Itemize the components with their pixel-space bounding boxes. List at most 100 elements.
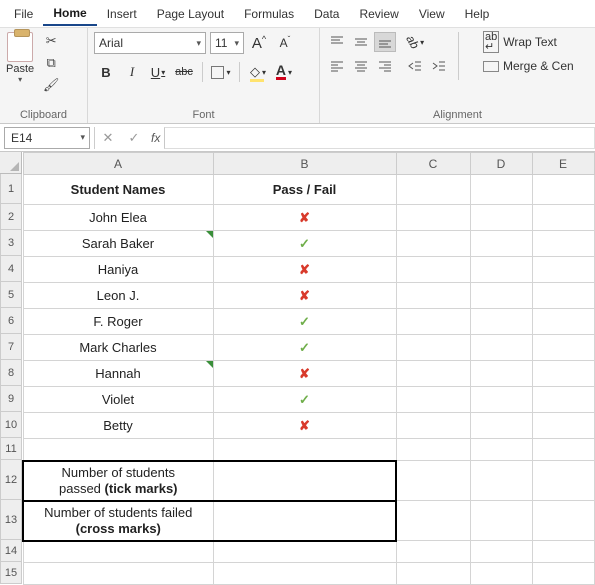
menu-formulas[interactable]: Formulas — [234, 3, 304, 25]
borders-button[interactable]: ▾ — [209, 60, 233, 84]
cell[interactable] — [470, 283, 532, 309]
row-header-3[interactable]: 3 — [0, 230, 22, 256]
cell[interactable] — [396, 461, 470, 501]
cut-button[interactable]: ✂ — [41, 32, 61, 50]
cell[interactable] — [396, 309, 470, 335]
cell[interactable] — [532, 413, 594, 439]
col-header-c[interactable]: C — [396, 153, 470, 175]
cell[interactable] — [470, 387, 532, 413]
cell[interactable] — [532, 501, 594, 541]
header-pass-fail[interactable]: Pass / Fail — [213, 175, 396, 205]
pass-fail-cell[interactable]: ✓ — [213, 231, 396, 257]
cell[interactable] — [23, 541, 213, 563]
student-name[interactable]: Sarah Baker — [23, 231, 213, 257]
enter-formula-button[interactable]: ✓ — [121, 130, 147, 146]
cell[interactable] — [396, 541, 470, 563]
cell[interactable] — [470, 563, 532, 585]
align-bottom-button[interactable] — [374, 32, 396, 52]
cell[interactable] — [470, 541, 532, 563]
name-box[interactable]: E14 ▾ — [4, 127, 90, 149]
cell[interactable] — [532, 205, 594, 231]
col-header-e[interactable]: E — [532, 153, 594, 175]
cell[interactable] — [470, 231, 532, 257]
student-name[interactable]: Betty — [23, 413, 213, 439]
menu-help[interactable]: Help — [455, 3, 500, 25]
cell[interactable] — [396, 439, 470, 461]
student-name[interactable]: F. Roger — [23, 309, 213, 335]
row-header-9[interactable]: 9 — [0, 386, 22, 412]
cell[interactable] — [470, 361, 532, 387]
summary-failed-value[interactable] — [213, 501, 396, 541]
menu-page-layout[interactable]: Page Layout — [147, 3, 234, 25]
cell[interactable] — [396, 413, 470, 439]
align-middle-button[interactable] — [350, 32, 372, 52]
row-header-6[interactable]: 6 — [0, 308, 22, 334]
summary-failed-label[interactable]: Number of students failed(cross marks) — [23, 501, 213, 541]
cell[interactable] — [532, 387, 594, 413]
row-header-11[interactable]: 11 — [0, 438, 22, 460]
cell[interactable] — [470, 175, 532, 205]
cell[interactable] — [213, 563, 396, 585]
increase-indent-button[interactable] — [428, 56, 450, 76]
merge-center-button[interactable]: Merge & Cen — [479, 56, 578, 76]
cell[interactable] — [532, 439, 594, 461]
decrease-indent-button[interactable] — [404, 56, 426, 76]
cell[interactable] — [532, 257, 594, 283]
italic-button[interactable]: I — [120, 60, 144, 84]
row-header-13[interactable]: 13 — [0, 500, 22, 540]
cell[interactable] — [213, 541, 396, 563]
menu-file[interactable]: File — [4, 3, 43, 25]
pass-fail-cell[interactable]: ✘ — [213, 257, 396, 283]
cell[interactable] — [396, 283, 470, 309]
pass-fail-cell[interactable]: ✓ — [213, 335, 396, 361]
student-name[interactable]: Hannah — [23, 361, 213, 387]
cell[interactable] — [532, 563, 594, 585]
row-header-10[interactable]: 10 — [0, 412, 22, 438]
summary-passed-label[interactable]: Number of studentspassed (tick marks) — [23, 461, 213, 501]
cell[interactable] — [532, 231, 594, 257]
fill-color-button[interactable]: ◇▾ — [246, 60, 270, 84]
student-name[interactable]: John Elea — [23, 205, 213, 231]
menu-insert[interactable]: Insert — [97, 3, 147, 25]
pass-fail-cell[interactable]: ✘ — [213, 205, 396, 231]
fx-icon[interactable]: fx — [147, 131, 164, 145]
cell[interactable] — [396, 387, 470, 413]
row-header-8[interactable]: 8 — [0, 360, 22, 386]
cell[interactable] — [470, 257, 532, 283]
row-header-1[interactable]: 1 — [0, 174, 22, 204]
col-header-d[interactable]: D — [470, 153, 532, 175]
row-header-4[interactable]: 4 — [0, 256, 22, 282]
pass-fail-cell[interactable]: ✘ — [213, 283, 396, 309]
student-name[interactable]: Mark Charles — [23, 335, 213, 361]
cell[interactable] — [532, 541, 594, 563]
summary-passed-value[interactable] — [213, 461, 396, 501]
row-header-14[interactable]: 14 — [0, 540, 22, 562]
cell[interactable] — [470, 205, 532, 231]
paste-dropdown-icon[interactable]: ▾ — [18, 75, 22, 84]
font-name-combo[interactable]: Arial ▾ — [94, 32, 206, 54]
row-header-15[interactable]: 15 — [0, 562, 22, 584]
row-header-12[interactable]: 12 — [0, 460, 22, 500]
align-top-button[interactable] — [326, 32, 348, 52]
font-color-button[interactable]: A▾ — [272, 60, 296, 84]
cell[interactable] — [213, 439, 396, 461]
pass-fail-cell[interactable]: ✘ — [213, 361, 396, 387]
cell[interactable] — [532, 361, 594, 387]
cell[interactable] — [396, 175, 470, 205]
paste-button[interactable]: Paste ▾ — [6, 32, 34, 84]
student-name[interactable]: Haniya — [23, 257, 213, 283]
header-student-names[interactable]: Student Names — [23, 175, 213, 205]
col-header-a[interactable]: A — [23, 153, 213, 175]
align-right-button[interactable] — [374, 56, 396, 76]
decrease-font-button[interactable]: Aˇ — [274, 32, 296, 54]
align-center-button[interactable] — [350, 56, 372, 76]
cancel-formula-button[interactable]: ✕ — [95, 130, 121, 146]
cell[interactable] — [532, 283, 594, 309]
bold-button[interactable]: B — [94, 60, 118, 84]
cell[interactable] — [470, 461, 532, 501]
student-name[interactable]: Violet — [23, 387, 213, 413]
cell[interactable] — [470, 309, 532, 335]
student-name[interactable]: Leon J. — [23, 283, 213, 309]
pass-fail-cell[interactable]: ✓ — [213, 387, 396, 413]
increase-font-button[interactable]: A^ — [248, 32, 270, 54]
